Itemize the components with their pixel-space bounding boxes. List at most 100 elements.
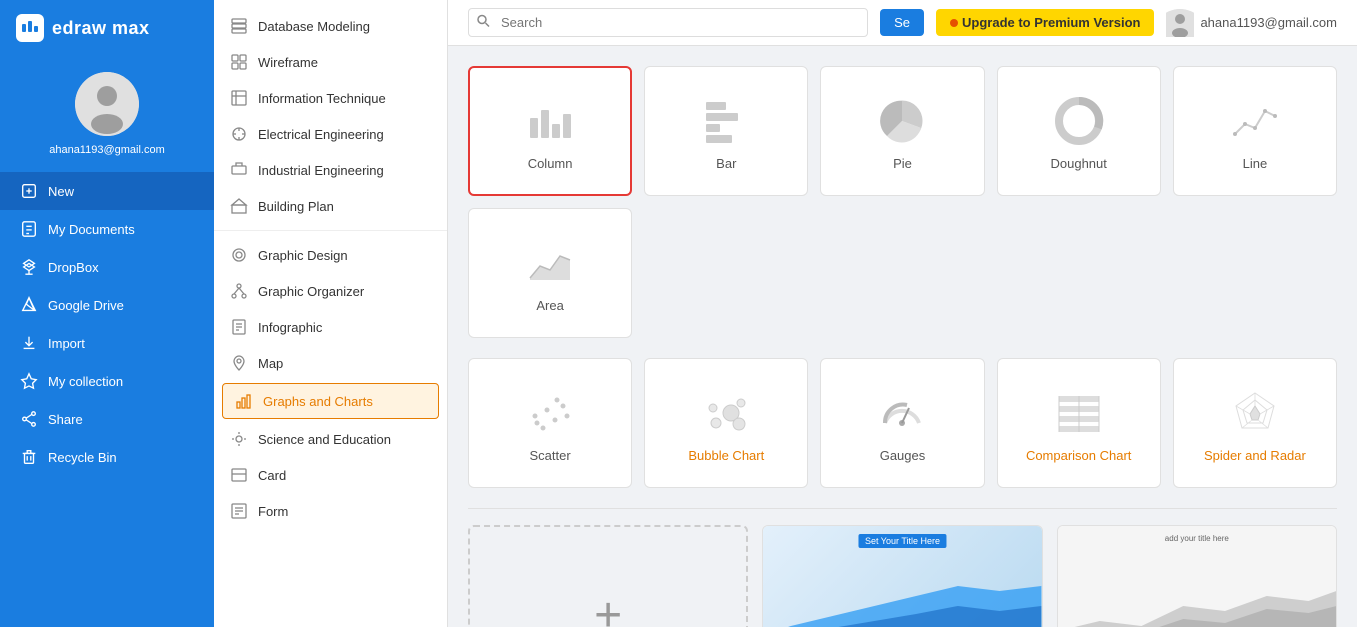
- avatar: [75, 72, 139, 136]
- chart-type-gauges-label: Gauges: [880, 448, 926, 463]
- chart-type-line[interactable]: Line: [1173, 66, 1337, 196]
- sidebar-item-google-drive-label: Google Drive: [48, 298, 124, 313]
- nav-item-information-technique-label: Information Technique: [258, 91, 386, 106]
- nav-item-card-label: Card: [258, 468, 286, 483]
- upgrade-dot: [950, 19, 958, 27]
- user-email-header: ahana1193@gmail.com: [1200, 15, 1337, 30]
- nav-item-graphic-design-label: Graphic Design: [258, 248, 348, 263]
- energy-title: Set Your Title Here: [859, 534, 946, 548]
- chart-type-scatter-label: Scatter: [530, 448, 571, 463]
- nav-item-industrial-engineering[interactable]: Industrial Engineering: [214, 152, 447, 188]
- sidebar-item-recycle-bin[interactable]: Recycle Bin: [0, 438, 214, 476]
- sidebar: edraw max ahana1193@gmail.com New My Doc…: [0, 0, 214, 627]
- search-button[interactable]: Se: [880, 9, 924, 36]
- nav-item-industrial-engineering-label: Industrial Engineering: [258, 163, 384, 178]
- nav-item-graphic-organizer-label: Graphic Organizer: [258, 284, 364, 299]
- sidebar-nav: New My Documents DropBox Google Drive Im…: [0, 172, 214, 476]
- search-bar-wrapper: [468, 8, 868, 37]
- sidebar-item-recycle-bin-label: Recycle Bin: [48, 450, 117, 465]
- sidebar-item-google-drive[interactable]: Google Drive: [0, 286, 214, 324]
- chart-type-doughnut-label: Doughnut: [1051, 156, 1107, 171]
- nav-item-database-modeling[interactable]: Database Modeling: [214, 8, 447, 44]
- nav-item-database-modeling-label: Database Modeling: [258, 19, 370, 34]
- nav-item-graphic-organizer[interactable]: Graphic Organizer: [214, 273, 447, 309]
- logo-area: edraw max: [0, 0, 214, 56]
- fade-title-bar: add your title here: [1165, 534, 1229, 543]
- chart-type-bar[interactable]: Bar: [644, 66, 808, 196]
- sidebar-item-my-documents[interactable]: My Documents: [0, 210, 214, 248]
- sidebar-item-new[interactable]: New: [0, 172, 214, 210]
- chart-type-bubble[interactable]: Bubble Chart: [644, 358, 808, 488]
- nav-item-form[interactable]: Form: [214, 493, 447, 529]
- user-avatar-small: [1166, 9, 1194, 37]
- nav-item-wireframe-label: Wireframe: [258, 55, 318, 70]
- chart-type-pie[interactable]: Pie: [820, 66, 984, 196]
- search-input[interactable]: [468, 8, 868, 37]
- chart-type-comparison-label: Comparison Chart: [1026, 448, 1132, 463]
- nav-item-wireframe[interactable]: Wireframe: [214, 44, 447, 80]
- chart-type-column-label: Column: [528, 156, 573, 171]
- chart-type-spider-radar[interactable]: Spider and Radar: [1173, 358, 1337, 488]
- user-email: ahana1193@gmail.com: [49, 144, 165, 156]
- sidebar-item-dropbox[interactable]: DropBox: [0, 248, 214, 286]
- chart-type-area[interactable]: Area: [468, 208, 632, 338]
- sidebar-item-new-label: New: [48, 184, 74, 199]
- nav-item-building-plan-label: Building Plan: [258, 199, 334, 214]
- chart-type-grid-row2: Scatter Bubble Chart: [468, 358, 1337, 488]
- upgrade-label: Upgrade to Premium Version: [962, 15, 1140, 30]
- chart-type-doughnut[interactable]: Doughnut: [997, 66, 1161, 196]
- nav-item-graphic-design[interactable]: Graphic Design: [214, 237, 447, 273]
- nav-item-electrical-engineering-label: Electrical Engineering: [258, 127, 384, 142]
- nav-item-information-technique[interactable]: Information Technique: [214, 80, 447, 116]
- nav-item-graphs-and-charts[interactable]: Graphs and Charts: [222, 383, 439, 419]
- templates-grid: + Set Your Title Here Area Chart - Energ…: [468, 525, 1337, 627]
- template-card-new[interactable]: +: [468, 525, 748, 627]
- app-name: edraw max: [52, 18, 150, 39]
- nav-item-infographic[interactable]: Infographic: [214, 309, 447, 345]
- nav-item-form-label: Form: [258, 504, 288, 519]
- chart-type-comparison[interactable]: Comparison Chart: [997, 358, 1161, 488]
- content-area: Column Bar Pie: [448, 46, 1357, 627]
- nav-item-building-plan[interactable]: Building Plan: [214, 188, 447, 224]
- template-card-area-energy[interactable]: Set Your Title Here Area Chart - Energy …: [762, 525, 1042, 627]
- nav-item-map[interactable]: Map: [214, 345, 447, 381]
- sidebar-item-my-collection[interactable]: My collection: [0, 362, 214, 400]
- nav-item-science-and-education[interactable]: Science and Education: [214, 421, 447, 457]
- template-preview-fade: add your title here: [1058, 526, 1336, 627]
- chart-type-scatter[interactable]: Scatter: [468, 358, 632, 488]
- user-info: ahana1193@gmail.com: [1166, 9, 1337, 37]
- template-card-area-fade[interactable]: add your title here Area Chart - Fade Fr…: [1057, 525, 1337, 627]
- user-section: ahana1193@gmail.com: [49, 56, 165, 168]
- chart-type-pie-label: Pie: [893, 156, 912, 171]
- nav-item-electrical-engineering[interactable]: Electrical Engineering: [214, 116, 447, 152]
- main-content: Se Upgrade to Premium Version ahana1193@…: [448, 0, 1357, 627]
- chart-type-bubble-label: Bubble Chart: [688, 448, 764, 463]
- chart-type-bar-label: Bar: [716, 156, 736, 171]
- nav-item-map-label: Map: [258, 356, 283, 371]
- chart-type-area-label: Area: [536, 298, 563, 313]
- new-template-plus: +: [594, 588, 622, 627]
- nav-item-card[interactable]: Card: [214, 457, 447, 493]
- chart-type-spider-radar-label: Spider and Radar: [1204, 448, 1306, 463]
- template-preview-energy: Set Your Title Here: [763, 526, 1041, 627]
- section-divider: [468, 508, 1337, 509]
- search-icon: [476, 13, 490, 32]
- sidebar-item-import[interactable]: Import: [0, 324, 214, 362]
- chart-type-column[interactable]: Column: [468, 66, 632, 196]
- sidebar-item-import-label: Import: [48, 336, 85, 351]
- nav-item-infographic-label: Infographic: [258, 320, 322, 335]
- nav-item-science-and-education-label: Science and Education: [258, 432, 391, 447]
- chart-type-line-label: Line: [1243, 156, 1268, 171]
- chart-type-gauges[interactable]: Gauges: [820, 358, 984, 488]
- sidebar-item-my-documents-label: My Documents: [48, 222, 135, 237]
- sidebar-item-my-collection-label: My collection: [48, 374, 123, 389]
- sidebar-item-share[interactable]: Share: [0, 400, 214, 438]
- nav-divider-1: [214, 230, 447, 231]
- logo-icon: [16, 14, 44, 42]
- nav-item-graphs-and-charts-label: Graphs and Charts: [263, 394, 373, 409]
- header: Se Upgrade to Premium Version ahana1193@…: [448, 0, 1357, 46]
- upgrade-button[interactable]: Upgrade to Premium Version: [936, 9, 1154, 36]
- sidebar-item-dropbox-label: DropBox: [48, 260, 99, 275]
- sidebar-item-share-label: Share: [48, 412, 83, 427]
- middle-nav: Database Modeling Wireframe Information …: [214, 0, 448, 627]
